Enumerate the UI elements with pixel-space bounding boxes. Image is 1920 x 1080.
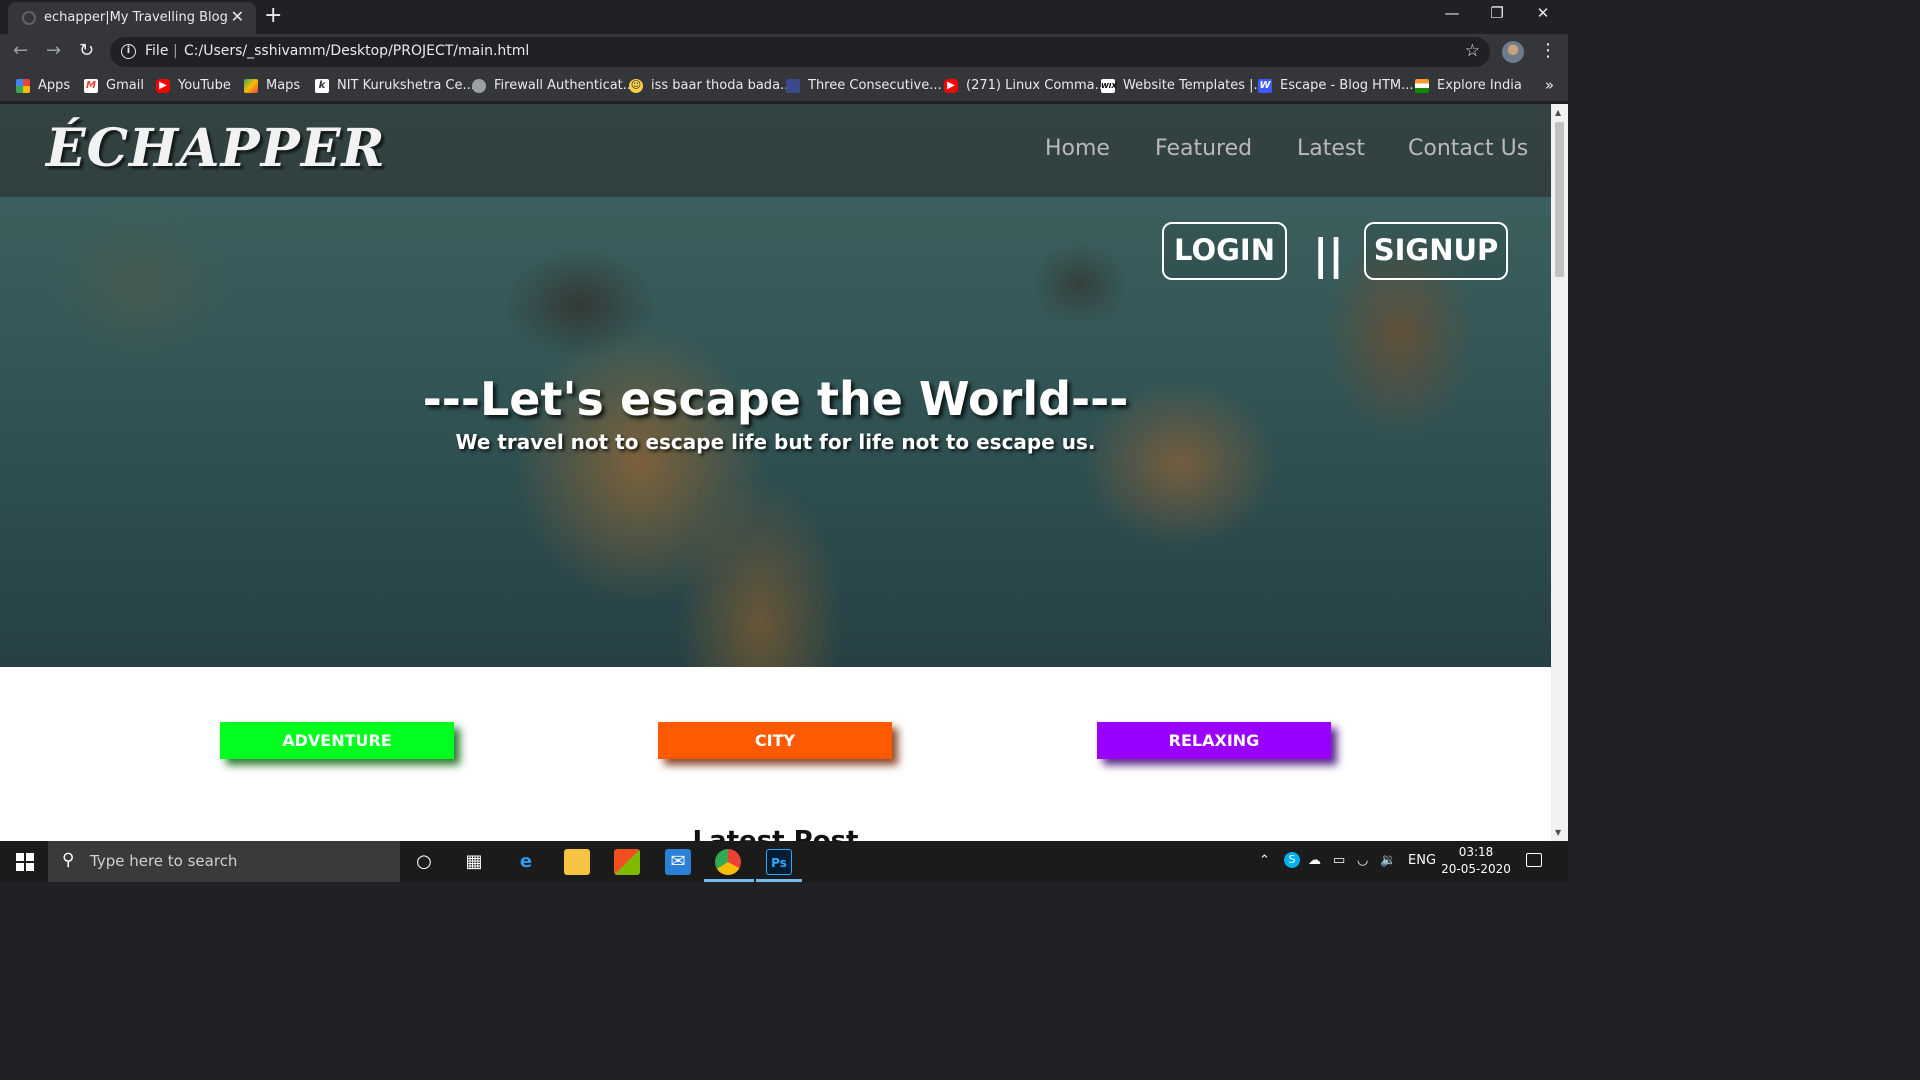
scroll-up-arrow-icon[interactable]: ▲	[1555, 108, 1561, 117]
bookmark-firewall[interactable]: Firewall Authenticat...	[472, 78, 635, 93]
bookmark-star-icon[interactable]: ☆	[1465, 41, 1480, 61]
tab-strip: echapper|My Travelling Blog ✕ + — ❐ ✕	[0, 0, 1568, 34]
youtube-icon: ▶	[156, 78, 170, 93]
login-button[interactable]: LOGIN	[1162, 222, 1287, 280]
bookmark-website-templates[interactable]: WIX Website Templates |...	[1101, 78, 1266, 93]
scrollbar-thumb[interactable]	[1555, 122, 1564, 277]
restore-icon[interactable]: ❐	[1477, 4, 1517, 22]
nav-featured[interactable]: Featured	[1155, 136, 1252, 161]
page-viewport: ÉCHAPPER Home Featured Latest Contact Us…	[0, 104, 1551, 841]
category-adventure-button[interactable]: ADVENTURE	[220, 722, 454, 759]
browser-toolbar: ← → ↻ i File | C:/Users/_sshivamm/Deskto…	[0, 34, 1568, 70]
menu-kebab-icon[interactable]: ⋮	[1539, 40, 1557, 61]
store-icon[interactable]	[614, 849, 640, 875]
globe-icon	[472, 78, 486, 93]
bookmark-youtube[interactable]: ▶ YouTube	[156, 78, 231, 93]
signup-button[interactable]: SIGNUP	[1364, 222, 1508, 280]
close-window-icon[interactable]: ✕	[1523, 4, 1563, 22]
forward-icon[interactable]: →	[46, 40, 61, 61]
nav-latest[interactable]: Latest	[1297, 136, 1365, 161]
hero-title: ---Let's escape the World---	[422, 372, 1129, 426]
bookmark-iss-baar[interactable]: ☺ iss baar thoda bada...	[629, 78, 792, 93]
file-explorer-icon[interactable]	[564, 849, 590, 875]
bookmark-explore-india[interactable]: Explore India	[1415, 78, 1522, 93]
nit-icon: k	[315, 78, 329, 93]
page-scrollbar[interactable]: ▲ ▼	[1551, 104, 1568, 841]
bookmark-three-consecutive[interactable]: Three Consecutive...	[786, 78, 942, 93]
photoshop-icon[interactable]: Ps	[766, 849, 792, 875]
profile-avatar[interactable]	[1502, 41, 1524, 63]
minimize-icon[interactable]: —	[1432, 4, 1472, 22]
bookmark-gmail[interactable]: M Gmail	[84, 78, 144, 93]
reload-icon[interactable]: ↻	[79, 40, 94, 61]
bookmark-escape-blog[interactable]: W Escape - Blog HTM...	[1258, 78, 1414, 93]
skype-icon[interactable]: S	[1284, 852, 1300, 868]
gmail-icon: M	[84, 78, 98, 93]
url-scheme-label: File	[145, 43, 169, 59]
language-indicator[interactable]: ENG	[1408, 853, 1436, 868]
info-icon[interactable]: i	[121, 44, 136, 59]
tray-expand-icon[interactable]: ⌃	[1259, 853, 1270, 868]
emoji-icon: ☺	[629, 78, 643, 93]
more-bookmarks-icon[interactable]: »	[1545, 76, 1554, 94]
nav-contact-us[interactable]: Contact Us	[1408, 136, 1528, 161]
search-icon: ⚲	[62, 850, 75, 870]
bookmark-icon	[786, 78, 800, 93]
bookmark-maps[interactable]: Maps	[244, 78, 300, 93]
url-divider: |	[173, 43, 178, 59]
photoshop-active-indicator	[756, 879, 802, 882]
bookmark-linux-commands[interactable]: ▶ (271) Linux Comma...	[944, 78, 1107, 93]
latest-post-heading: Latest Post	[692, 826, 859, 841]
edge-icon[interactable]: e	[513, 849, 539, 875]
windows-start-icon[interactable]	[16, 853, 34, 871]
maps-icon	[244, 78, 258, 93]
w-icon: W	[1258, 78, 1272, 93]
hero-subtitle: We travel not to escape life but for lif…	[455, 430, 1096, 454]
url-text[interactable]: C:/Users/_sshivamm/Desktop/PROJECT/main.…	[184, 43, 529, 59]
address-bar[interactable]: i File | C:/Users/_sshivamm/Desktop/PROJ…	[110, 37, 1490, 67]
volume-icon[interactable]: 🔉	[1380, 853, 1396, 868]
cortana-icon[interactable]: ○	[411, 849, 437, 875]
wifi-icon[interactable]: ◡	[1357, 853, 1368, 868]
category-relaxing-button[interactable]: RELAXING	[1097, 722, 1331, 759]
wix-icon: WIX	[1101, 78, 1117, 93]
auth-separator: ||	[1313, 230, 1344, 279]
close-tab-icon[interactable]: ✕	[231, 7, 244, 26]
tab-title: echapper|My Travelling Blog	[44, 10, 228, 25]
nav-home[interactable]: Home	[1045, 136, 1110, 161]
chrome-icon[interactable]	[715, 849, 741, 875]
scroll-down-arrow-icon[interactable]: ▼	[1555, 828, 1561, 837]
clock-date: 20-05-2020	[1441, 862, 1511, 876]
back-icon[interactable]: ←	[13, 40, 28, 61]
category-city-button[interactable]: CITY	[658, 722, 892, 759]
bookmark-nit[interactable]: k NIT Kurukshetra Ce...	[315, 78, 475, 93]
system-clock[interactable]: 03:18 20-05-2020	[1438, 844, 1514, 878]
clock-time: 03:18	[1458, 845, 1494, 859]
youtube-icon: ▶	[944, 78, 958, 93]
apps-grid-icon	[16, 78, 30, 93]
bookmark-apps[interactable]: Apps	[16, 78, 70, 93]
taskbar-search[interactable]: ⚲ Type here to search	[48, 841, 400, 882]
new-tab-button[interactable]: +	[264, 2, 282, 30]
notification-center-icon[interactable]	[1526, 853, 1542, 867]
chrome-active-indicator	[704, 879, 754, 882]
windows-taskbar: ⚲ Type here to search ○ ▦ e ✉ Ps ⌃ S ☁ ▭…	[0, 841, 1568, 882]
globe-icon	[22, 11, 36, 25]
mail-icon[interactable]: ✉	[665, 849, 691, 875]
bookmarks-bar: Apps M Gmail ▶ YouTube Maps k NIT Kurukshet…	[0, 70, 1568, 102]
battery-icon[interactable]: ▭	[1333, 853, 1345, 868]
india-flag-icon	[1415, 78, 1429, 93]
taskbar-search-placeholder: Type here to search	[90, 852, 238, 870]
browser-tab[interactable]: echapper|My Travelling Blog ✕	[8, 2, 256, 34]
onedrive-icon[interactable]: ☁	[1308, 853, 1321, 868]
task-view-icon[interactable]: ▦	[461, 849, 487, 875]
site-logo[interactable]: ÉCHAPPER	[46, 118, 386, 179]
